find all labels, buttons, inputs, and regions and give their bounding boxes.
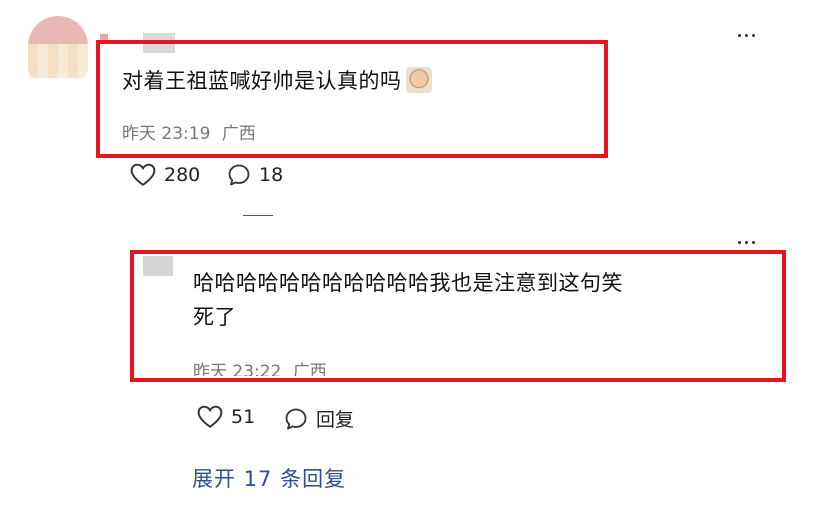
reply-more-options-icon[interactable]: [738, 241, 755, 244]
heart-icon: [130, 163, 156, 186]
like-button[interactable]: 280: [130, 163, 200, 187]
expand-replies-link[interactable]: 展开 17 条回复: [192, 463, 346, 493]
heart-icon: [197, 405, 223, 428]
reply-text-line1: 哈哈哈哈哈哈哈哈哈哈哈我也是注意到这句笑: [193, 271, 623, 295]
reply-like-count: 51: [231, 406, 256, 428]
face-emoji-icon: [405, 67, 432, 93]
reply-button-label: 回复: [316, 409, 355, 431]
divider: [243, 215, 273, 216]
reply-count-button[interactable]: 18: [227, 163, 283, 187]
like-count: 280: [164, 164, 201, 186]
comment-bubble-icon: [228, 164, 250, 186]
comment-meta: 昨天 23:19 广西: [122, 119, 256, 144]
reply-text: 哈哈哈哈哈哈哈哈哈哈哈我也是注意到这句笑 死了: [193, 266, 763, 334]
reply-text-line2: 死了: [193, 305, 236, 329]
reply-like-button[interactable]: 51: [197, 405, 255, 429]
comment-time: 昨天 23:19: [122, 124, 211, 144]
reply-location: 广西: [292, 362, 327, 376]
reply-time: 昨天 23:22: [193, 362, 282, 376]
reply-meta: 昨天 23:22 广西: [193, 359, 327, 376]
reply-count: 18: [259, 164, 284, 186]
reply-button[interactable]: 回复: [284, 405, 354, 432]
avatar[interactable]: [28, 16, 88, 78]
more-options-icon[interactable]: [738, 34, 755, 37]
comment-body: 对着王祖蓝喊好帅是认真的吗: [122, 69, 402, 93]
comment-location: 广西: [221, 124, 256, 144]
comment-bubble-icon: [285, 408, 307, 429]
comment-text: 对着王祖蓝喊好帅是认真的吗: [122, 64, 432, 98]
